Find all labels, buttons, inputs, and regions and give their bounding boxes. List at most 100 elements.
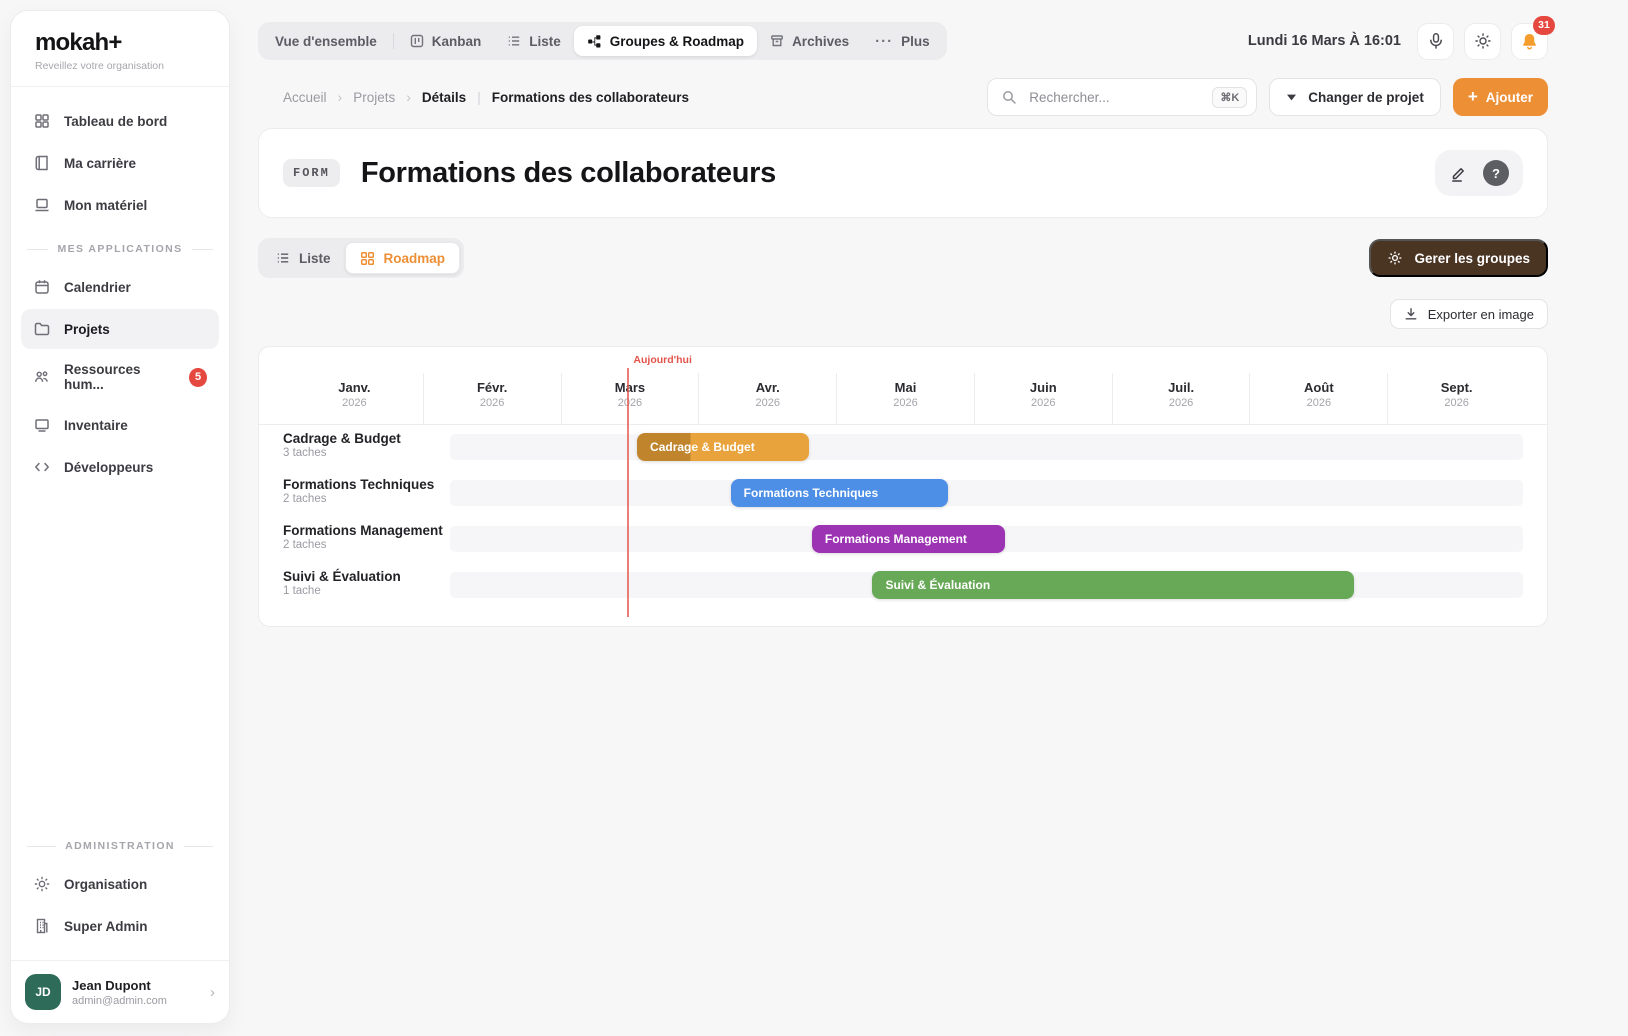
group-name: Formations Management — [283, 523, 443, 538]
gear-icon — [33, 875, 51, 893]
microphone-button[interactable] — [1417, 23, 1454, 60]
breadcrumb-details[interactable]: Détails — [422, 90, 466, 105]
month-column: Mars2026 — [561, 373, 699, 424]
search-box[interactable]: ⌘K — [987, 78, 1257, 116]
section-label-admin: ADMINISTRATION — [27, 840, 213, 852]
hr-notification-badge: 5 — [189, 368, 207, 387]
sidebar-item-dashboard[interactable]: Tableau de bord — [21, 101, 219, 141]
sidebar-item-inventory[interactable]: Inventaire — [21, 405, 219, 445]
tab-plus[interactable]: ··· Plus — [862, 26, 943, 56]
search-icon — [1001, 89, 1017, 105]
month-column: Mai2026 — [836, 373, 974, 424]
toggle-list-button[interactable]: Liste — [262, 242, 345, 274]
gantt-track — [450, 434, 1523, 460]
chevron-right-icon: › — [210, 984, 215, 1001]
search-input[interactable] — [1027, 89, 1202, 106]
month-label: Juil. — [1113, 380, 1250, 395]
sidebar-item-material[interactable]: Mon matériel — [21, 185, 219, 225]
group-label: Formations Management2 taches — [283, 523, 443, 551]
folder-icon — [33, 320, 51, 338]
export-image-button[interactable]: Exporter en image — [1390, 299, 1548, 329]
sidebar-item-label: Super Admin — [64, 919, 148, 934]
laptop-icon — [33, 196, 51, 214]
page-title: Formations des collaborateurs — [361, 157, 776, 190]
manage-groups-button[interactable]: Gerer les groupes — [1369, 239, 1548, 277]
chevron-right-icon: › — [406, 89, 411, 105]
breadcrumb-projects[interactable]: Projets — [353, 90, 395, 105]
tab-archives[interactable]: Archives — [757, 26, 862, 56]
sun-icon — [1474, 32, 1492, 50]
month-year: 2026 — [699, 397, 836, 409]
breadcrumb-home[interactable]: Accueil — [283, 90, 327, 105]
gantt-bar[interactable]: Formations Techniques — [731, 479, 949, 507]
month-year: 2026 — [1113, 397, 1250, 409]
user-card[interactable]: JD Jean Dupont admin@admin.com › — [11, 960, 229, 1023]
add-button[interactable]: + Ajouter — [1453, 78, 1548, 116]
group-name: Formations Techniques — [283, 477, 434, 492]
theme-toggle-button[interactable] — [1464, 23, 1501, 60]
book-icon — [33, 154, 51, 172]
notifications-button[interactable]: 31 — [1511, 23, 1548, 60]
sidebar-item-label: Ma carrière — [64, 156, 136, 171]
sidebar-item-organisation[interactable]: Organisation — [21, 864, 219, 904]
title-actions: ? — [1435, 150, 1523, 196]
tab-list[interactable]: Liste — [494, 26, 574, 56]
tab-label: Archives — [792, 34, 849, 49]
tab-label: Kanban — [432, 34, 482, 49]
tab-label: Vue d'ensemble — [275, 34, 377, 49]
roadmap-grid-icon — [360, 251, 375, 266]
gantt-bar-label: Suivi & Évaluation — [872, 578, 1003, 592]
month-column: Juin2026 — [974, 373, 1112, 424]
view-toggle: Liste Roadmap — [258, 238, 464, 278]
keyboard-shortcut-badge: ⌘K — [1212, 87, 1247, 108]
change-project-button[interactable]: Changer de projet — [1269, 78, 1441, 116]
month-year: 2026 — [424, 397, 561, 409]
month-column: Janv.2026 — [286, 373, 423, 424]
monitor-icon — [33, 416, 51, 434]
roadmap-gantt-chart: Janv.2026Févr.2026Mars2026Avr.2026Mai202… — [258, 346, 1548, 627]
tab-label: Plus — [901, 34, 930, 49]
sidebar-item-superadmin[interactable]: Super Admin — [21, 906, 219, 946]
breadcrumb-current: Formations des collaborateurs — [492, 90, 689, 105]
tab-divider — [393, 33, 394, 49]
toggle-roadmap-label: Roadmap — [384, 251, 446, 266]
gantt-bar[interactable]: Suivi & Évaluation — [872, 571, 1354, 599]
topbar-right: Lundi 16 Mars À 16:01 31 — [1248, 23, 1548, 60]
brand-tagline: Reveillez votre organisation — [35, 60, 205, 72]
sidebar-item-calendar[interactable]: Calendrier — [21, 267, 219, 307]
group-name: Cadrage & Budget — [283, 431, 401, 446]
sidebar-item-projects[interactable]: Projets — [21, 309, 219, 349]
sidebar-item-label: Inventaire — [64, 418, 128, 433]
today-label: Aujourd'hui — [633, 354, 691, 366]
help-button[interactable]: ? — [1483, 160, 1509, 186]
gantt-track — [450, 480, 1523, 506]
gantt-rows: Cadrage & Budget3 tachesCadrage & Budget… — [259, 424, 1547, 608]
month-column: Juil. 2026 — [1112, 373, 1250, 424]
month-label: Avr. — [699, 380, 836, 395]
edit-title-button[interactable] — [1449, 164, 1468, 183]
toggle-roadmap-button[interactable]: Roadmap — [345, 242, 461, 274]
datetime-label: Lundi 16 Mars À 16:01 — [1248, 33, 1401, 49]
group-task-count: 3 taches — [283, 447, 401, 459]
sidebar: mokah+ Reveillez votre organisation Tabl… — [10, 10, 230, 1024]
sidebar-item-developers[interactable]: Développeurs — [21, 447, 219, 487]
tab-kanban[interactable]: Kanban — [397, 26, 495, 56]
view-tabs: Vue d'ensemble Kanban Liste Groupes & Ro — [258, 22, 947, 60]
sidebar-item-hr[interactable]: Ressources hum... 5 — [21, 351, 219, 403]
sidebar-item-label: Tableau de bord — [64, 114, 167, 129]
group-label: Suivi & Évaluation1 tache — [283, 569, 401, 597]
toggle-list-label: Liste — [299, 251, 331, 266]
view-toolbar: Liste Roadmap Gerer les groupes — [258, 238, 1548, 278]
caret-down-icon — [1286, 93, 1297, 102]
month-year: 2026 — [1388, 397, 1525, 409]
gantt-bar-label: Formations Management — [812, 532, 980, 546]
month-label: Août — [1250, 380, 1387, 395]
download-icon — [1404, 307, 1418, 321]
form-type-badge: FORM — [283, 159, 340, 187]
sidebar-item-career[interactable]: Ma carrière — [21, 143, 219, 183]
tab-overview[interactable]: Vue d'ensemble — [262, 26, 390, 56]
sidebar-item-label: Calendrier — [64, 280, 131, 295]
gantt-bar[interactable]: Cadrage & Budget — [637, 433, 809, 461]
gantt-bar[interactable]: Formations Management — [812, 525, 1005, 553]
tab-groups-roadmap[interactable]: Groupes & Roadmap — [574, 26, 757, 56]
